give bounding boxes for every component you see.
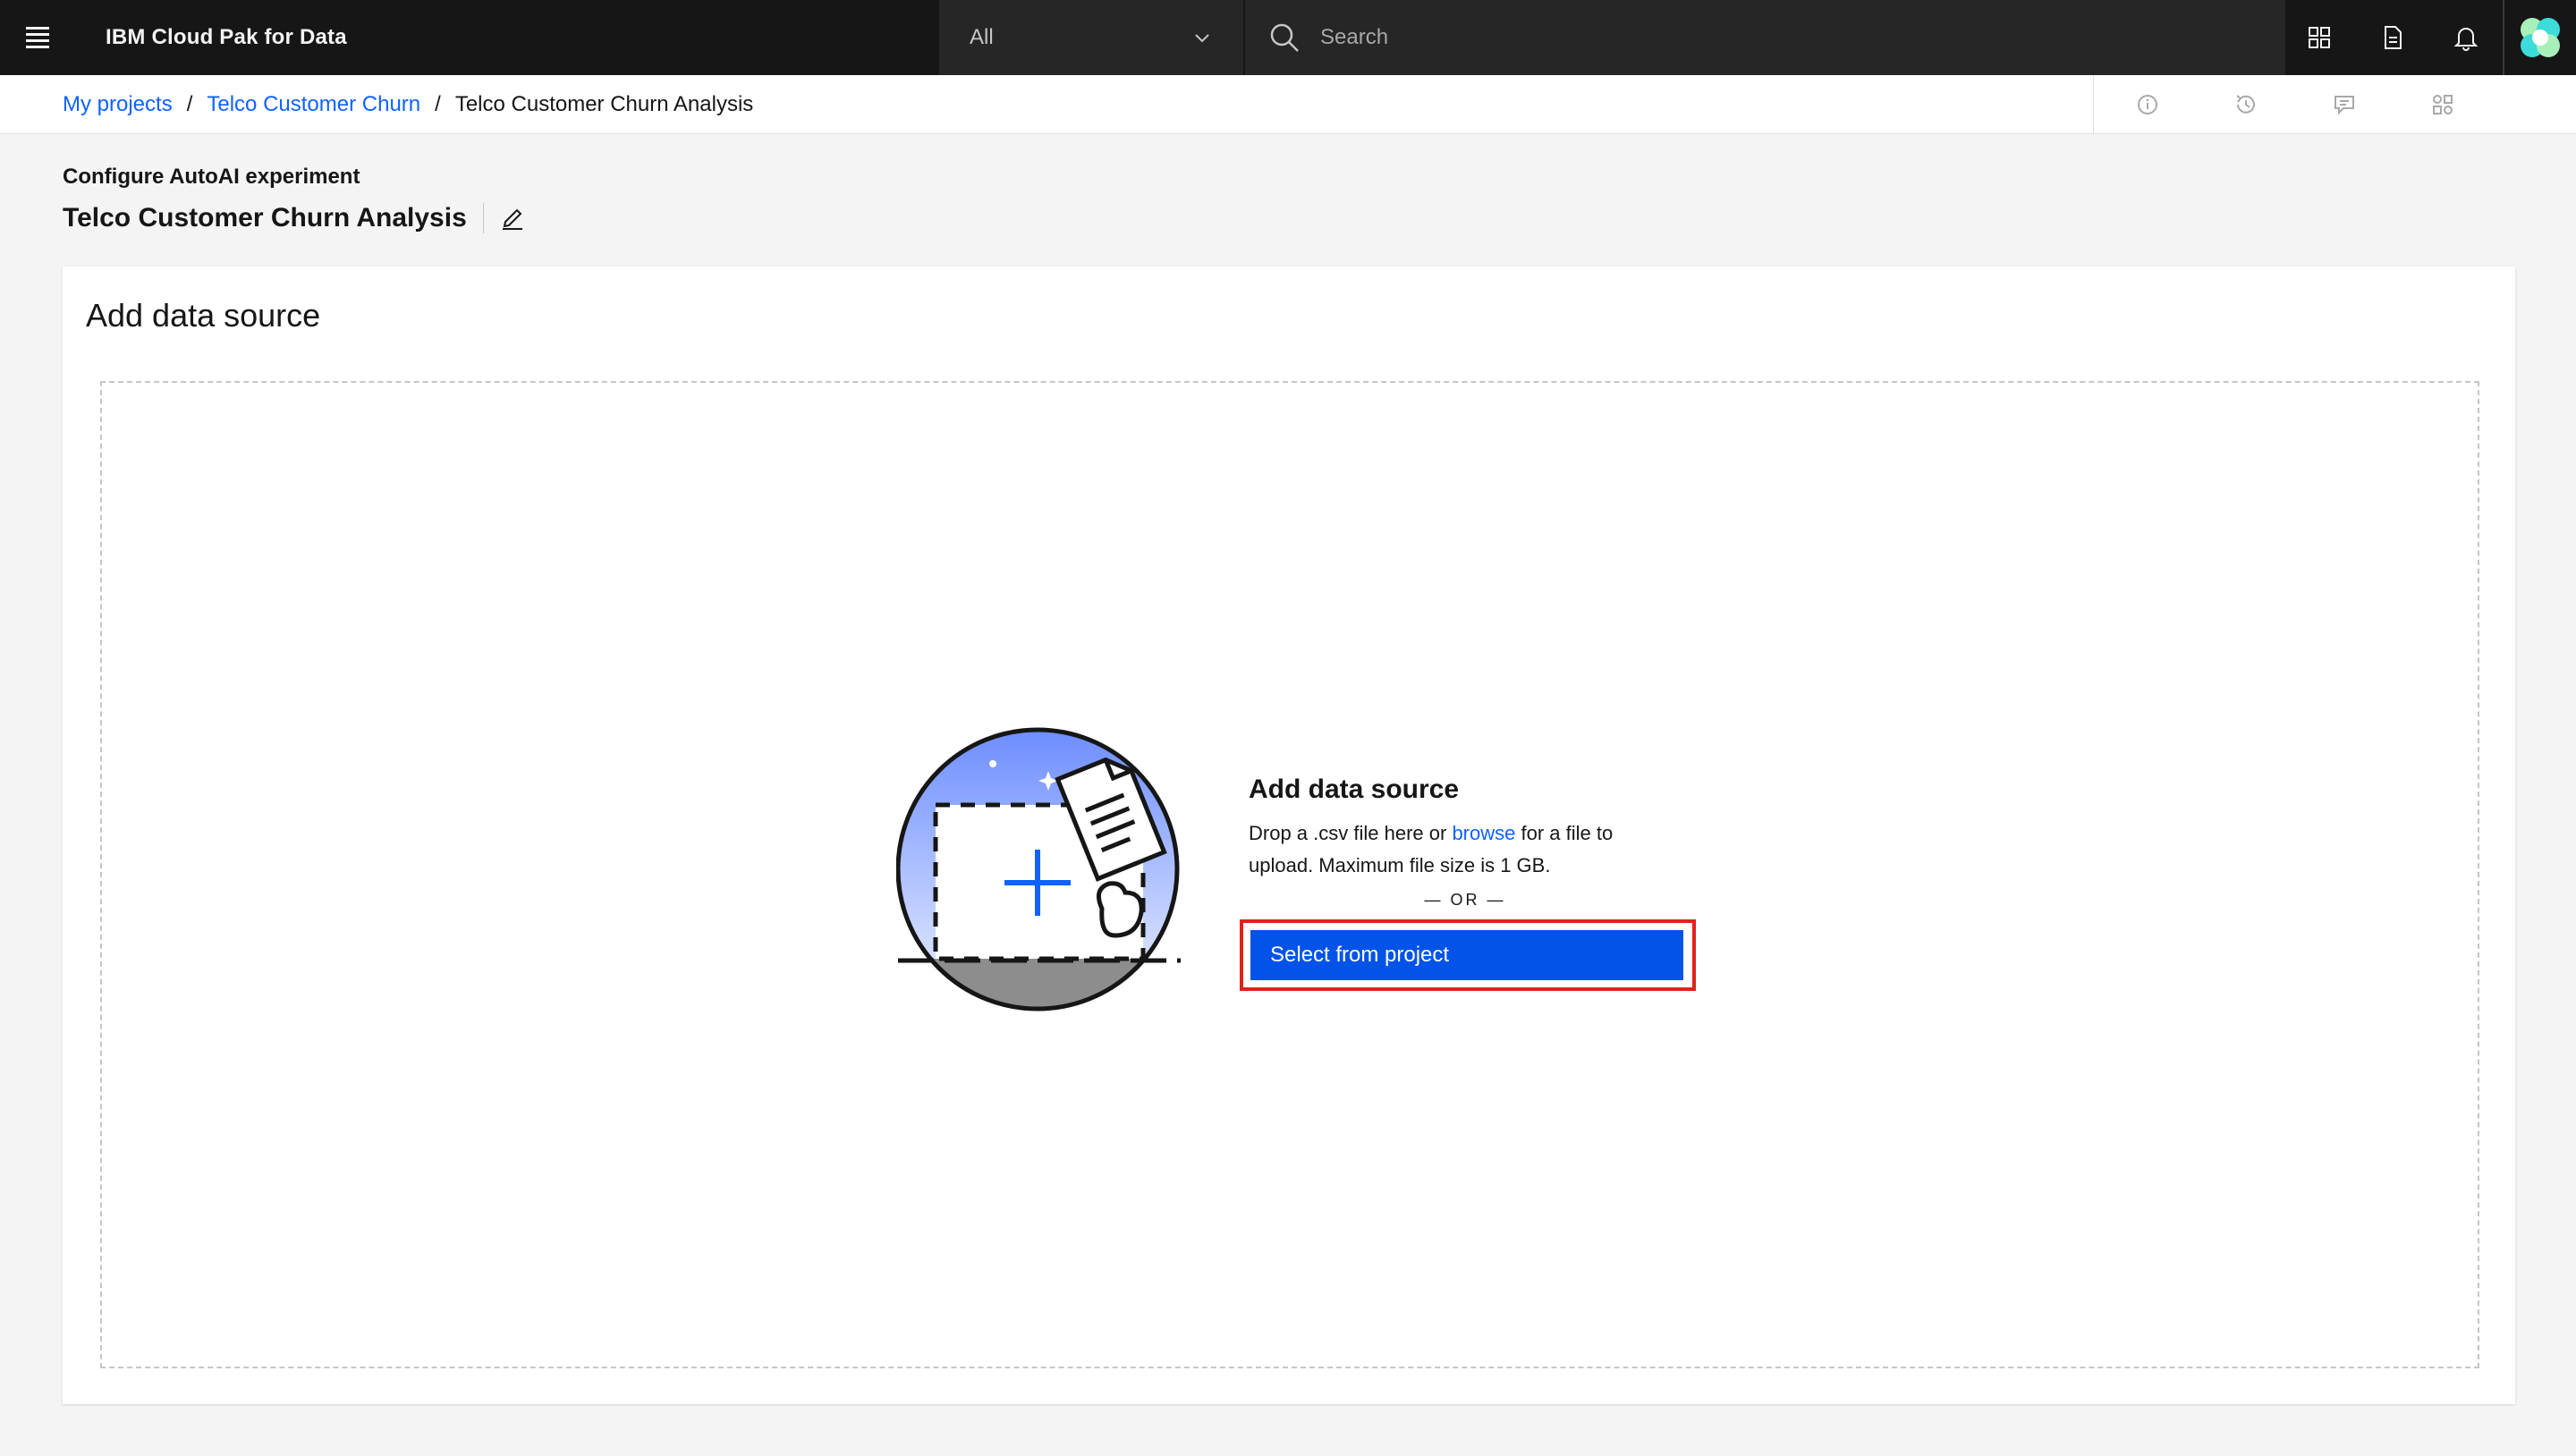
add-data-source-panel: Add data source Drop a .csv file here or… bbox=[1249, 775, 1714, 910]
information-icon bbox=[2138, 95, 2157, 114]
history-icon bbox=[2236, 95, 2255, 114]
header-actions bbox=[2283, 0, 2576, 75]
page-title: Telco Customer Churn Analysis bbox=[63, 203, 467, 233]
information-button[interactable] bbox=[2130, 87, 2165, 123]
pencil-icon bbox=[502, 208, 522, 230]
add-data-source-description: Drop a .csv file here or browse for a fi… bbox=[1249, 817, 1669, 882]
or-divider: — OR — bbox=[1424, 891, 1506, 909]
breadcrumb-my-projects[interactable]: My projects bbox=[63, 92, 173, 117]
breadcrumb-bar: My projects / Telco Customer Churn / Tel… bbox=[0, 75, 2576, 134]
bell-icon bbox=[2453, 28, 2479, 51]
description-text-start: Drop a .csv file here or bbox=[1249, 822, 1453, 844]
chevron-down-icon bbox=[1195, 34, 1209, 43]
hamburger-icon bbox=[26, 23, 49, 52]
breadcrumb-separator: / bbox=[435, 91, 441, 116]
breadcrumb-project[interactable]: Telco Customer Churn bbox=[207, 92, 420, 117]
search-scope-value: All bbox=[970, 25, 994, 49]
user-avatar-button[interactable] bbox=[2503, 0, 2576, 75]
apps-icon bbox=[2433, 95, 2453, 114]
page-title-row: Telco Customer Churn Analysis bbox=[63, 202, 529, 234]
breadcrumb-separator: / bbox=[186, 91, 193, 116]
document-icon bbox=[2385, 26, 2402, 49]
apps-button[interactable] bbox=[2425, 87, 2461, 123]
search-placeholder: Search bbox=[1320, 25, 1389, 49]
menu-button[interactable] bbox=[0, 0, 75, 75]
edit-title-button[interactable] bbox=[496, 202, 529, 234]
history-button[interactable] bbox=[2228, 87, 2264, 123]
breadcrumb: My projects / Telco Customer Churn / Tel… bbox=[63, 92, 753, 117]
search-icon bbox=[1270, 23, 1299, 52]
grid-catalog-icon bbox=[2309, 27, 2330, 48]
chat-icon bbox=[2334, 96, 2354, 115]
product-name[interactable]: IBM Cloud Pak for Data bbox=[106, 25, 937, 50]
upload-illustration bbox=[896, 727, 1181, 1012]
divider bbox=[482, 203, 484, 233]
documentation-button[interactable] bbox=[2356, 0, 2429, 75]
browse-link[interactable]: browse bbox=[1452, 822, 1515, 844]
card-title: Add data source bbox=[86, 297, 321, 334]
search-input[interactable]: Search bbox=[1243, 0, 2285, 75]
catalog-button[interactable] bbox=[2283, 0, 2356, 75]
breadcrumb-current: Telco Customer Churn Analysis bbox=[454, 91, 754, 116]
select-from-project-button[interactable]: Select from project bbox=[1250, 930, 1683, 980]
add-data-source-heading: Add data source bbox=[1249, 775, 1460, 804]
page-actions bbox=[2093, 75, 2576, 134]
page-subtitle: Configure AutoAI experiment bbox=[63, 165, 360, 189]
notifications-button[interactable] bbox=[2429, 0, 2503, 75]
top-header: IBM Cloud Pak for Data All Search bbox=[0, 0, 2576, 75]
avatar bbox=[2521, 18, 2560, 57]
search-scope-dropdown[interactable]: All bbox=[939, 0, 1243, 75]
comments-button[interactable] bbox=[2326, 87, 2362, 123]
